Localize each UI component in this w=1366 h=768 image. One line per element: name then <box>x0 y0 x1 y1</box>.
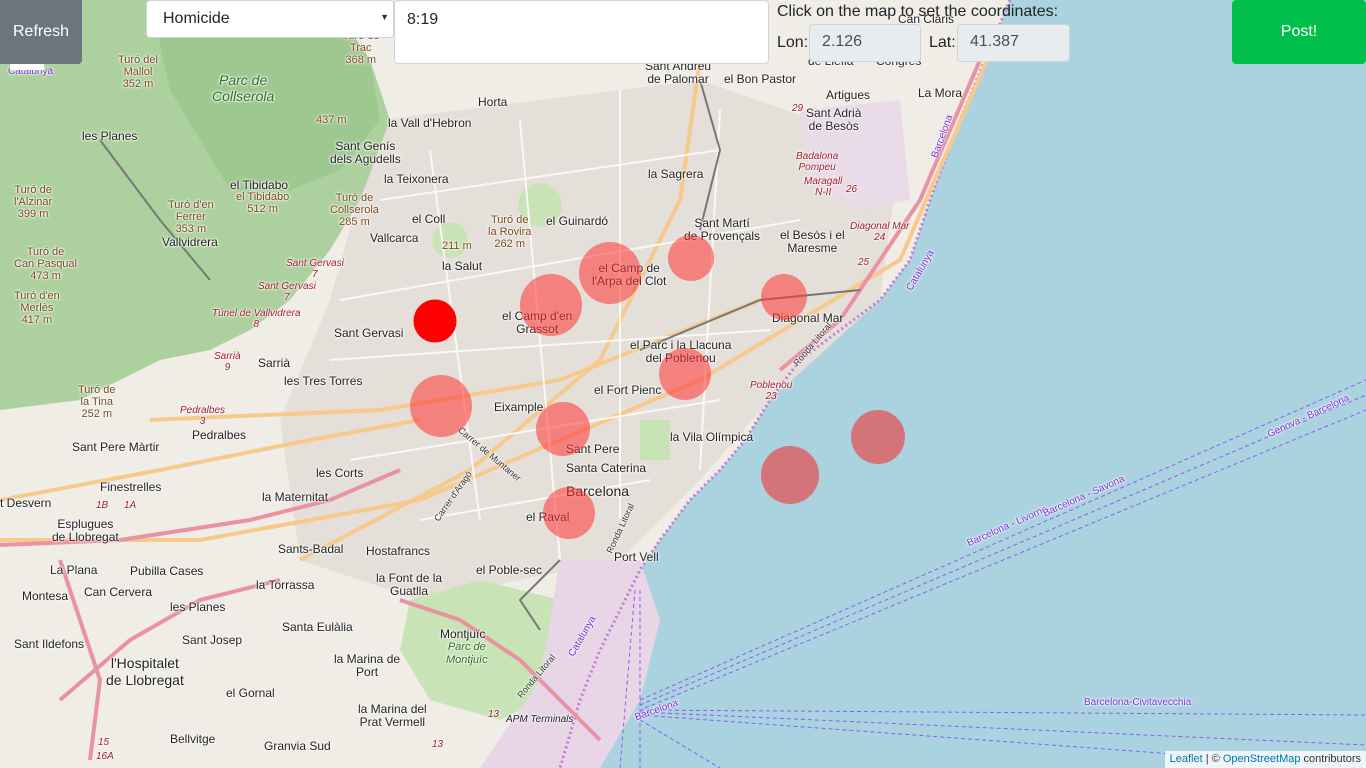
crime-marker[interactable] <box>668 235 714 281</box>
crime-marker[interactable] <box>851 410 905 464</box>
refresh-button[interactable]: Refresh <box>0 0 82 64</box>
crime-type-select[interactable]: Homicide ▼ <box>146 0 394 38</box>
crime-marker[interactable] <box>410 375 472 437</box>
chevron-down-icon: ▼ <box>380 12 389 22</box>
crime-marker[interactable] <box>536 402 590 456</box>
time-input[interactable]: 8:19 <box>394 0 769 64</box>
lat-label: Lat: <box>929 34 956 51</box>
crime-marker[interactable] <box>413 299 457 343</box>
osm-link[interactable]: OpenStreetMap <box>1223 753 1301 765</box>
lat-field[interactable]: 41.387 <box>957 24 1070 62</box>
crime-marker[interactable] <box>761 274 807 320</box>
coordinates-instruction: Click on the map to set the coordinates: <box>777 3 1059 20</box>
map-canvas[interactable]: Catalunya Turó del Mallol 352 m Turó de … <box>0 0 1366 768</box>
post-button[interactable]: Post! <box>1232 0 1366 64</box>
crime-type-selected: Homicide <box>163 10 230 27</box>
lon-label: Lon: <box>777 34 809 51</box>
crime-marker[interactable] <box>520 274 582 336</box>
leaflet-link[interactable]: Leaflet <box>1170 753 1203 765</box>
lon-field[interactable]: 2.126 <box>809 24 921 62</box>
marker-layer <box>410 235 905 539</box>
crime-marker[interactable] <box>579 242 641 304</box>
coordinates-panel: Click on the map to set the coordinates:… <box>777 0 1077 66</box>
map-zoom-stub <box>10 64 44 70</box>
attribution-suffix: contributors <box>1300 753 1361 765</box>
map-attribution: Leaflet | © OpenStreetMap contributors <box>1164 751 1366 768</box>
attribution-separator: | © <box>1202 753 1223 765</box>
crime-marker[interactable] <box>543 487 595 539</box>
crime-marker[interactable] <box>761 446 819 504</box>
crime-marker[interactable] <box>659 348 711 400</box>
